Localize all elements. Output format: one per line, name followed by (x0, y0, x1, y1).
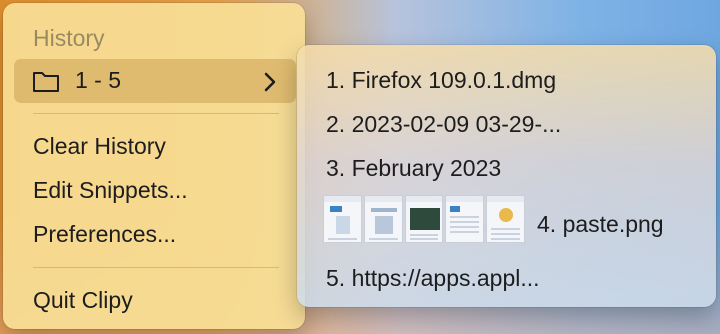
menu-divider (33, 267, 279, 268)
thumbnail-panel (323, 195, 362, 243)
paste-image-thumbnail[interactable] (323, 195, 525, 245)
history-range-label: 1 - 5 (75, 67, 122, 93)
history-item-2[interactable]: 2. 2023-02-09 03-29-... (326, 111, 561, 138)
edit-snippets-item[interactable]: Edit Snippets... (33, 177, 188, 204)
quit-clipy-item[interactable]: Quit Clipy (33, 287, 133, 314)
history-item-1[interactable]: 1. Firefox 109.0.1.dmg (326, 67, 556, 94)
thumbnail-panel (445, 195, 485, 243)
history-section-title: History (33, 25, 105, 51)
thumbnail-panel (404, 195, 444, 243)
preferences-item[interactable]: Preferences... (33, 221, 176, 248)
history-item-5[interactable]: 5. https://apps.appl... (326, 265, 540, 292)
folder-icon (33, 72, 59, 92)
history-submenu: 1. Firefox 109.0.1.dmg 2. 2023-02-09 03-… (297, 45, 716, 307)
history-item-3[interactable]: 3. February 2023 (326, 155, 501, 182)
menu-divider (33, 113, 279, 114)
clipy-menu: History 1 - 5 Clear History Edit Snippet… (3, 3, 305, 329)
thumbnail-panel (363, 195, 403, 243)
thumbnail-panel (486, 195, 525, 243)
clear-history-item[interactable]: Clear History (33, 133, 166, 160)
chevron-right-icon (264, 72, 276, 92)
history-item-4[interactable]: 4. paste.png (537, 211, 664, 238)
